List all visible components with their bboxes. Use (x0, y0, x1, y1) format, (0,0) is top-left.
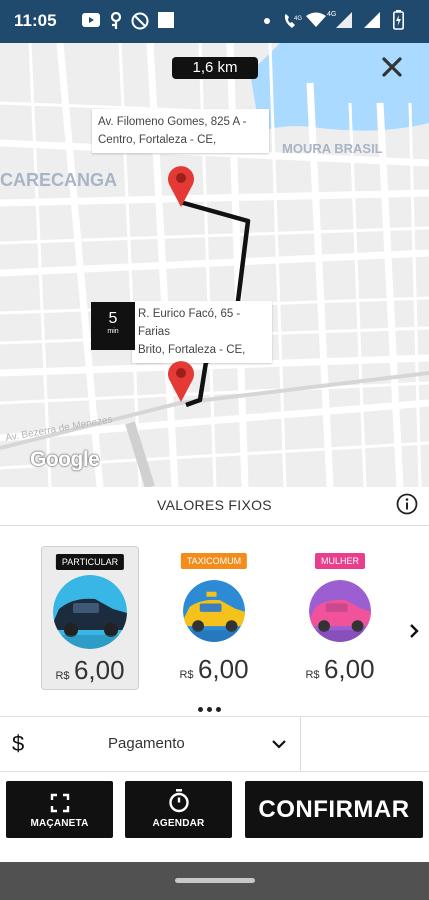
network-type: 4G (327, 11, 337, 18)
fixed-values-bar: VALORES FIXOS (0, 487, 429, 526)
price-currency: R$ (305, 669, 320, 681)
system-nav-bar (0, 862, 429, 900)
home-gesture-handle[interactable] (175, 878, 255, 883)
macaneta-button[interactable]: MAÇANETA (6, 781, 113, 838)
google-logo: Google (30, 448, 100, 471)
origin-pin-icon (168, 166, 194, 207)
square-icon (158, 12, 174, 28)
youtube-icon (82, 13, 100, 27)
dollar-icon: $ (12, 731, 25, 756)
status-time: 11:05 (14, 11, 57, 30)
category-price: R$ 6,00 (166, 654, 262, 685)
car-icon (53, 575, 127, 649)
expand-icon (50, 793, 70, 813)
eta-value: 5 (108, 310, 118, 327)
agendar-label: AGENDAR (152, 818, 205, 829)
chevron-down-icon[interactable] (270, 735, 288, 753)
agendar-button[interactable]: AGENDAR (125, 781, 232, 838)
4g-signal-icon (336, 12, 352, 28)
timer-icon (169, 789, 189, 813)
origin-address-line: Av. Filomeno Gomes, 825 A - (98, 116, 247, 128)
origin-address-line: Centro, Fortaleza - CE, (98, 134, 217, 146)
category-card-particular[interactable]: PARTICULAR R$ 6,00 (41, 546, 139, 690)
battery-icon (393, 10, 404, 30)
svg-text:4G: 4G (294, 16, 302, 22)
origin-address-box: Av. Filomeno Gomes, 825 A - Centro, Fort… (92, 109, 269, 153)
close-icon[interactable] (378, 53, 406, 81)
wifi-icon (306, 12, 326, 27)
payment-bar[interactable]: $ Pagamento (0, 716, 429, 772)
wifi-call-icon: 4G (284, 14, 302, 28)
eta-unit: min (107, 328, 119, 335)
car-pink-icon (309, 580, 371, 642)
macaneta-label: MAÇANETA (30, 818, 89, 829)
fixed-values-title: VALORES FIXOS (157, 497, 272, 513)
price-value: 6,00 (197, 654, 249, 684)
eta-badge: 5 min (91, 302, 135, 350)
distance-label: 1,6 km (172, 57, 258, 79)
map-view[interactable]: CARECANGA MOURA BRASIL Av. Bezerra de Me… (0, 43, 429, 487)
neighborhood-label: MOURA BRASIL (282, 141, 383, 156)
category-card-taxicomum[interactable]: TAXICOMUM R$ 6,00 (166, 546, 262, 688)
category-carousel[interactable]: PARTICULAR R$ 6,00 TAXICOMUM R$ 6,00 MUL… (0, 526, 429, 716)
price-value: 6,00 (73, 655, 125, 685)
category-badge: TAXICOMUM (180, 553, 248, 569)
price-currency: R$ (179, 669, 194, 681)
confirm-button[interactable]: CONFIRMAR (245, 781, 423, 838)
category-badge: PARTICULAR (55, 554, 125, 570)
category-card-mulher[interactable]: MULHER R$ 6,00 (292, 546, 388, 688)
dot-icon (264, 18, 270, 24)
destination-pin-icon (168, 361, 194, 402)
key-icon (110, 12, 122, 29)
destination-address-line: Brito, Fortaleza - CE, (138, 344, 246, 356)
payment-label[interactable]: Pagamento (108, 735, 185, 752)
destination-address-box: R. Eurico Facó, 65 - Farias Brito, Forta… (132, 301, 272, 363)
info-icon[interactable] (396, 493, 418, 515)
price-value: 6,00 (323, 654, 375, 684)
destination-address-line: R. Eurico Facó, 65 - Farias (138, 308, 241, 338)
pagination-dots (198, 699, 225, 717)
status-bar: 11:05 4G 4G (0, 0, 429, 43)
taxi-icon (183, 580, 245, 642)
chevron-right-icon[interactable] (405, 622, 423, 640)
price-currency: R$ (55, 670, 70, 682)
category-badge: MULHER (314, 553, 366, 569)
signal-icon (364, 12, 380, 28)
neighborhood-label: CARECANGA (0, 170, 117, 190)
category-price: R$ 6,00 (42, 655, 138, 686)
no-image-icon (131, 12, 149, 30)
category-price: R$ 6,00 (292, 654, 388, 685)
payment-divider (300, 717, 301, 771)
